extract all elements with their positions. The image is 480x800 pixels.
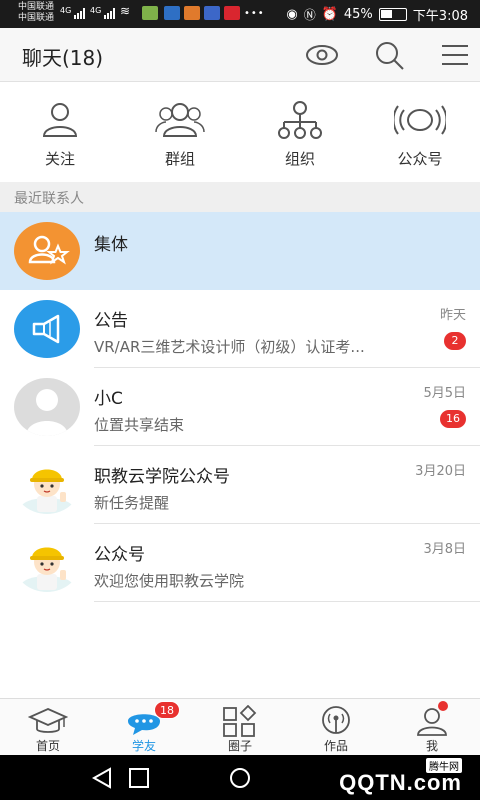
network-type-1: 4G xyxy=(60,6,72,15)
conversation-name: 公告 xyxy=(94,311,128,331)
battery-icon xyxy=(378,8,407,21)
conversation-name: 职教云学院公众号 xyxy=(94,467,230,487)
quick-nav-label: 群组 xyxy=(164,150,195,168)
page-title: 聊天(18) xyxy=(22,46,104,70)
tab-label: 作品 xyxy=(323,739,348,753)
nfc-icon: Ⓝ xyxy=(303,8,316,22)
tab-label: 我 xyxy=(425,739,438,753)
quick-nav-label: 组织 xyxy=(284,150,315,168)
conversation-time: 5月5日 xyxy=(423,386,466,401)
signal-1-icon xyxy=(74,8,85,19)
person-icon xyxy=(42,103,78,137)
carrier-1: 中国联通 xyxy=(18,2,55,12)
clock: 下午3:08 xyxy=(412,9,468,24)
more-notifications-icon: ••• xyxy=(244,8,265,19)
app-header: 聊天(18) xyxy=(0,28,480,82)
quick-nav: 关注 群组 组织 公众号 xyxy=(0,82,480,182)
quick-nav-label: 公众号 xyxy=(397,150,443,168)
network-type-2: 4G xyxy=(90,6,102,15)
circle-icon xyxy=(230,768,250,788)
conversation-preview: 欢迎您使用职教云学院 xyxy=(94,572,245,590)
battery-percent: 45% xyxy=(343,7,373,22)
org-chart-icon xyxy=(278,101,322,139)
back-button[interactable] xyxy=(90,767,114,793)
conversation-preview: 位置共享结束 xyxy=(94,416,185,434)
app-notification-icon xyxy=(204,6,220,20)
carrier-2: 中国联通 xyxy=(18,13,55,23)
tab-home[interactable]: 首页 xyxy=(0,699,96,755)
unread-badge: 16 xyxy=(440,410,466,428)
quick-nav-public-accounts[interactable]: 公众号 xyxy=(360,82,480,182)
conversation-row-official-account[interactable]: 公众号 欢迎您使用职教云学院 3月8日 xyxy=(0,524,480,602)
tab-classmates[interactable]: 18 学友 xyxy=(96,699,192,755)
home-button[interactable] xyxy=(228,767,252,793)
watermark: 腾牛网 QQTN.com xyxy=(339,758,462,796)
quick-nav-organization[interactable]: 组织 xyxy=(240,82,360,182)
back-triangle-icon xyxy=(91,767,111,789)
alarm-icon: ⏰ xyxy=(321,7,338,22)
conversation-time: 3月20日 xyxy=(415,464,466,479)
graduation-cap-icon xyxy=(28,708,68,733)
eye-comfort-icon: ◉ xyxy=(286,7,298,22)
quick-nav-follow[interactable]: 关注 xyxy=(0,82,120,182)
broadcast-icon xyxy=(394,105,446,135)
tab-label: 圈子 xyxy=(227,739,252,753)
megaphone-avatar xyxy=(14,300,80,358)
quick-nav-groups[interactable]: 群组 xyxy=(120,82,240,182)
conversation-preview: VR/AR三维艺术设计师（初级）认证考... xyxy=(94,338,365,356)
tab-circles[interactable]: 圈子 xyxy=(192,699,288,755)
worker-avatar xyxy=(14,456,80,514)
signal-2-icon xyxy=(104,8,115,19)
quick-nav-label: 关注 xyxy=(44,150,75,168)
conversation-preview: 新任务提醒 xyxy=(94,494,170,512)
collective-avatar xyxy=(14,222,80,280)
app-notification-icon xyxy=(142,6,158,20)
worker-avatar xyxy=(14,534,80,592)
conversation-row-xiaoc[interactable]: 小C 位置共享结束 5月5日 16 xyxy=(0,368,480,446)
conversation-time: 昨天 xyxy=(439,308,466,323)
tab-works[interactable]: 作品 xyxy=(288,699,384,755)
menu-icon[interactable] xyxy=(436,38,472,72)
tab-unread-badge: 18 xyxy=(154,701,180,719)
wifi-icon: ≋ xyxy=(120,4,131,18)
conversation-row-collective[interactable]: 集体 xyxy=(0,212,480,290)
recent-contacts-header: 最近联系人 xyxy=(0,182,480,212)
recent-apps-button[interactable] xyxy=(128,767,150,793)
eye-icon[interactable] xyxy=(304,38,340,72)
watermark-main: QQTN.com xyxy=(339,770,462,795)
conversation-time: 3月8日 xyxy=(423,542,466,557)
section-label: 最近联系人 xyxy=(14,191,84,207)
status-right: ◉ Ⓝ ⏰ 45% 下午3:08 xyxy=(286,5,468,24)
tab-label: 首页 xyxy=(35,739,60,753)
conversation-row-zhijiaoyun-official[interactable]: 职教云学院公众号 新任务提醒 3月20日 xyxy=(0,446,480,524)
system-nav-bar: 腾牛网 QQTN.com xyxy=(0,755,480,800)
unread-badge: 2 xyxy=(444,332,466,350)
grid-icon xyxy=(223,705,257,737)
row-divider xyxy=(94,601,480,602)
conversation-row-announcement[interactable]: 公告 VR/AR三维艺术设计师（初级）认证考... 昨天 2 xyxy=(0,290,480,368)
group-icon xyxy=(155,103,205,137)
conversation-name: 公众号 xyxy=(94,545,145,565)
watermark-small: 腾牛网 xyxy=(426,758,462,773)
notification-dot xyxy=(438,701,448,711)
signal-tower-icon xyxy=(322,706,350,734)
conversation-name: 小C xyxy=(94,389,123,409)
bottom-tab-bar: 首页 18 学友 圈子 作品 我 xyxy=(0,698,480,755)
app-notification-icon xyxy=(224,6,240,20)
square-icon xyxy=(129,768,149,788)
search-icon[interactable] xyxy=(372,38,408,72)
default-user-avatar xyxy=(14,378,80,436)
carrier-labels: 中国联通 中国联通 xyxy=(18,2,54,24)
conversation-name: 集体 xyxy=(94,235,128,255)
tab-me[interactable]: 我 xyxy=(384,699,480,755)
app-notification-icon xyxy=(164,6,180,20)
app-notification-icon xyxy=(184,6,200,20)
tab-label: 学友 xyxy=(131,739,156,753)
status-bar: 中国联通 中国联通 4G 4G ≋ ••• ◉ Ⓝ ⏰ 45% 下午3:08 xyxy=(0,0,480,28)
